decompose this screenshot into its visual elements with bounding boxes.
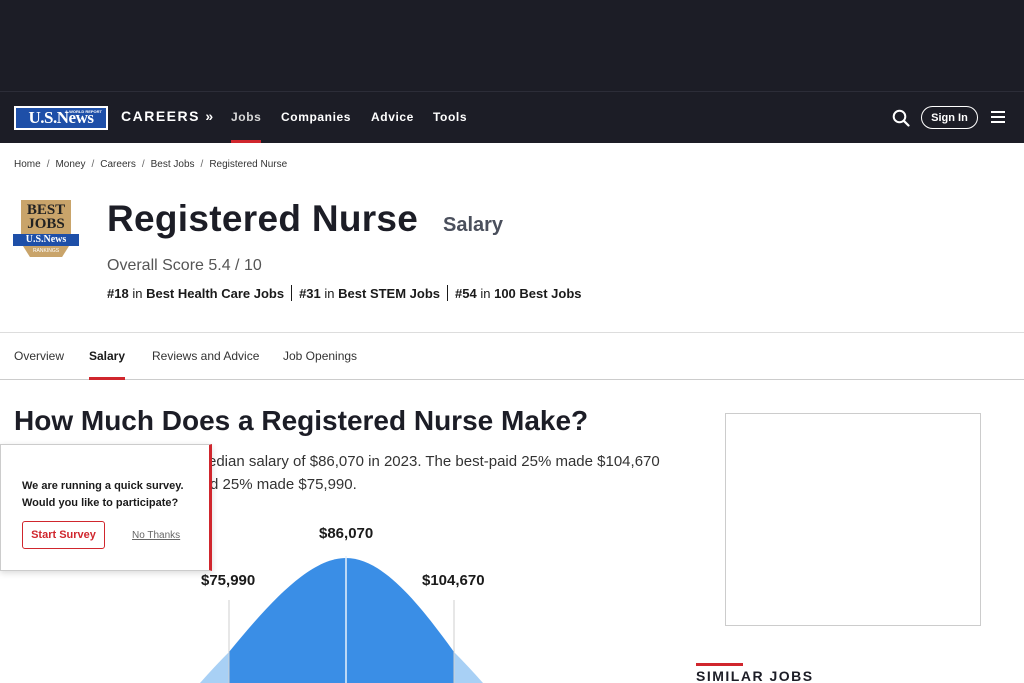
best-jobs-badge: BEST JOBS U.S.News RANKINGS (12, 200, 80, 262)
breadcrumb-separator: / (91, 159, 95, 170)
breadcrumb-current[interactable]: Registered Nurse (209, 159, 287, 170)
breadcrumb-careers[interactable]: Careers (100, 159, 136, 170)
badge-band: U.S.News (13, 234, 79, 246)
usnews-logo[interactable]: U.S.News & WORLD REPORT (14, 106, 108, 130)
similar-jobs-accent (696, 663, 743, 666)
logo-subtext: & WORLD REPORT (65, 109, 102, 114)
badge-title: BEST JOBS (21, 200, 71, 234)
rankings-list: #18 in Best Health Care Jobs #31 in Best… (107, 285, 582, 301)
tab-active-indicator (89, 377, 125, 380)
breadcrumb-separator: / (46, 159, 50, 170)
similar-jobs-heading: SIMILAR JOBS (696, 668, 814, 683)
rank-item[interactable]: #54 in 100 Best Jobs (455, 286, 582, 301)
overall-score: Overall Score 5.4 / 10 (107, 257, 262, 274)
start-survey-button[interactable]: Start Survey (22, 521, 105, 549)
sign-in-button[interactable]: Sign In (921, 106, 978, 129)
breadcrumb-home[interactable]: Home (14, 159, 41, 170)
tab-job-openings[interactable]: Job Openings (283, 349, 357, 363)
curve-left-tail (200, 652, 229, 683)
p25-salary-label: $75,990 (201, 572, 256, 589)
careers-section-link[interactable]: CAREERS » (121, 108, 215, 124)
breadcrumb-separator: / (200, 159, 204, 170)
breadcrumb-separator: / (141, 159, 145, 170)
tab-reviews-and-advice[interactable]: Reviews and Advice (152, 349, 259, 363)
rank-divider (291, 285, 293, 301)
site-header: U.S.News & WORLD REPORT CAREERS » Jobs C… (0, 91, 1024, 143)
tab-overview[interactable]: Overview (14, 349, 64, 363)
badge-ribbon: RANKINGS (23, 246, 69, 257)
p75-salary-label: $104,670 (422, 572, 485, 589)
nav-companies[interactable]: Companies (281, 110, 351, 124)
rank-item[interactable]: #31 in Best STEM Jobs (299, 286, 440, 301)
breadcrumb-money[interactable]: Money (55, 159, 85, 170)
nav-jobs[interactable]: Jobs (231, 110, 261, 124)
breadcrumb-best-jobs[interactable]: Best Jobs (151, 159, 195, 170)
median-salary-label: $86,070 (319, 525, 374, 542)
page-tabs: Overview Salary Reviews and Advice Job O… (0, 332, 1024, 380)
hamburger-menu-icon[interactable] (991, 111, 1005, 124)
search-icon[interactable] (892, 109, 910, 127)
curve-right-tail (454, 652, 483, 683)
sidebar-ad (725, 413, 981, 626)
section-heading: How Much Does a Registered Nurse Make? (14, 405, 589, 436)
rank-item[interactable]: #18 in Best Health Care Jobs (107, 286, 284, 301)
survey-message: We are running a quick survey. Would you… (22, 480, 184, 509)
tab-salary[interactable]: Salary (89, 349, 125, 363)
page-title: Registered Nurse (107, 198, 419, 239)
nav-advice[interactable]: Advice (371, 110, 414, 124)
no-thanks-link[interactable]: No Thanks (132, 530, 180, 541)
nav-tools[interactable]: Tools (433, 110, 467, 124)
nav-active-indicator (231, 140, 261, 143)
curve-middle (229, 558, 454, 683)
survey-popup: We are running a quick survey. Would you… (0, 444, 212, 571)
rank-divider (447, 285, 449, 301)
page-subtitle: Salary (443, 214, 504, 236)
breadcrumb: Home / Money / Careers / Best Jobs / Reg… (14, 159, 287, 170)
top-ad-banner (0, 0, 1024, 91)
